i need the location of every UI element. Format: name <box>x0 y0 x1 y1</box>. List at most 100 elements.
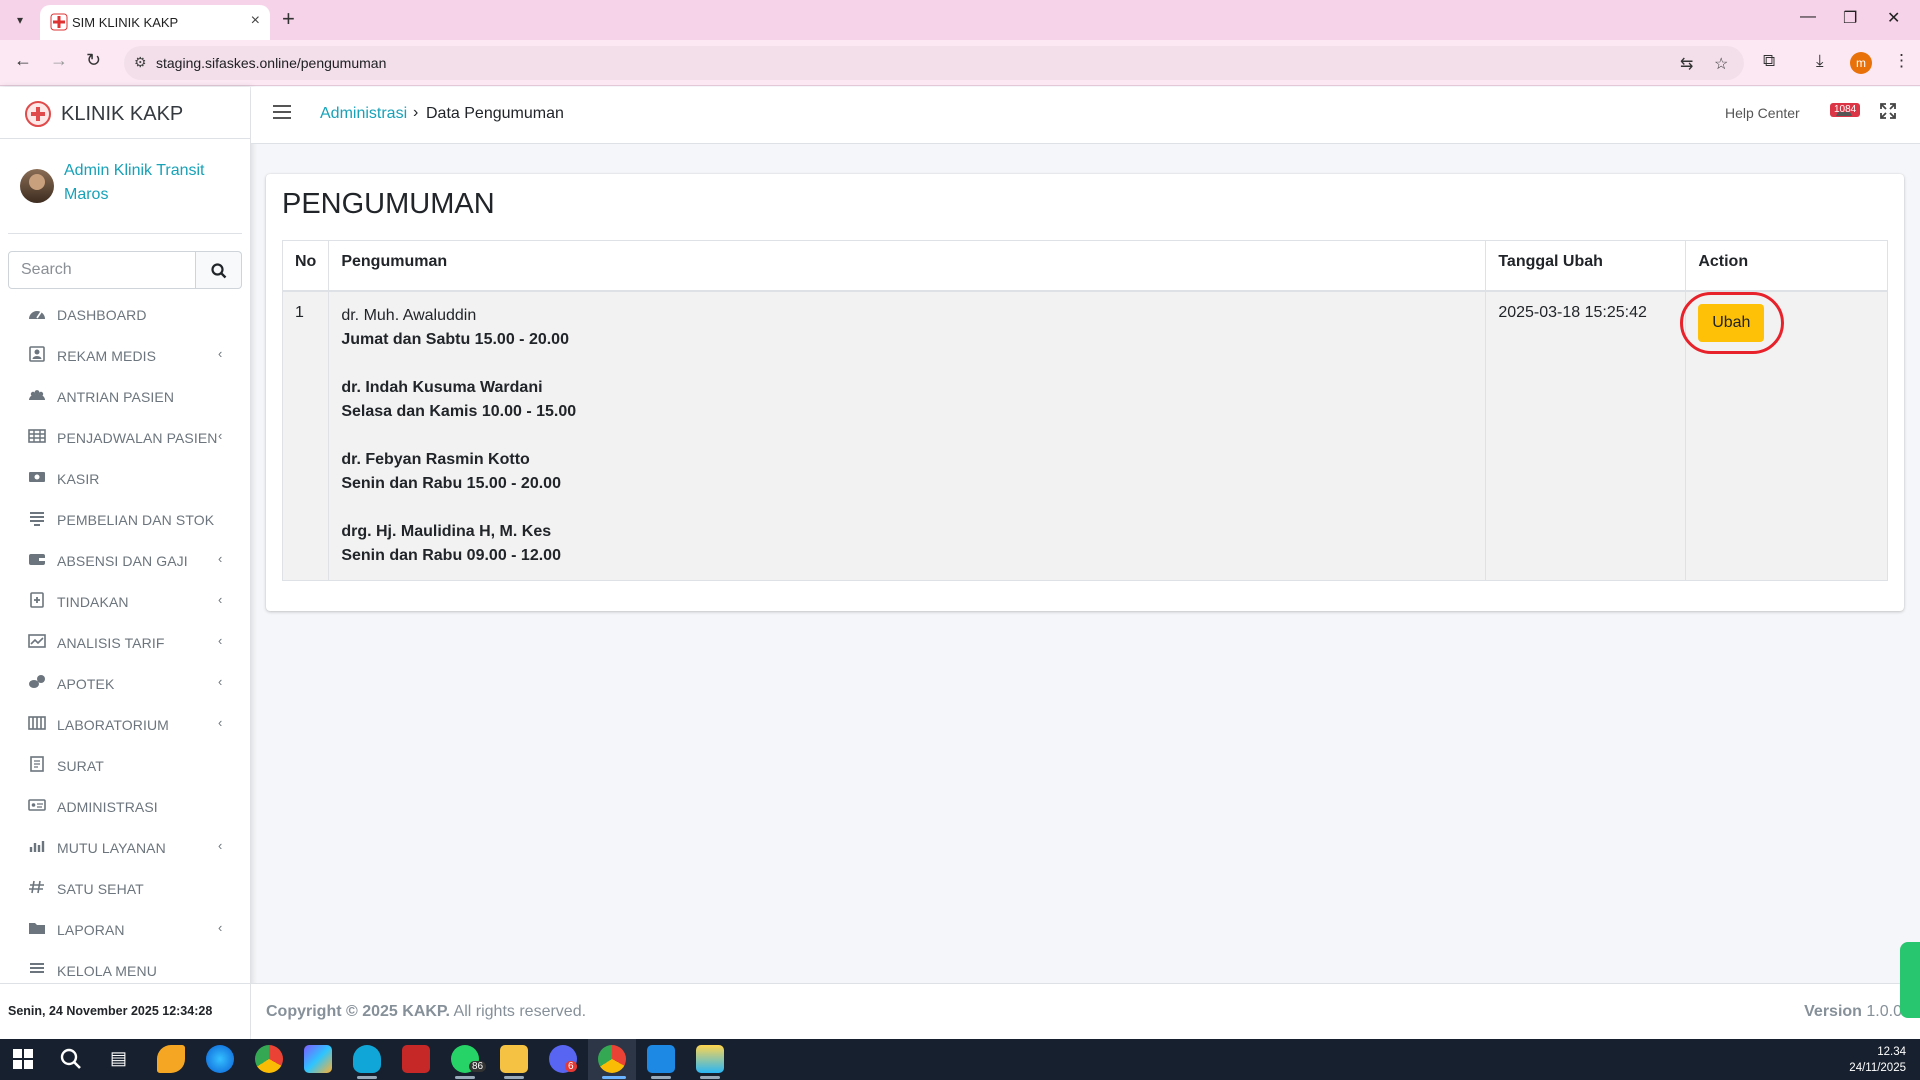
search-input[interactable] <box>8 251 196 289</box>
sidebar: KLINIK KAKP Admin Klinik Transit Maros D… <box>0 87 250 1039</box>
sidebar-item-satu-sehat[interactable]: SATU SEHAT <box>0 867 250 908</box>
sidebar-item-label: ABSENSI DAN GAJI <box>57 553 188 569</box>
announcement-spacer <box>341 424 1473 448</box>
copyright-text: Copyright © 2025 KAKP. All rights reserv… <box>266 1003 586 1021</box>
floating-side-tab[interactable] <box>1900 942 1920 1018</box>
announcement-line: drg. Hj. Maulidina H, M. Kes <box>341 522 552 540</box>
column-header: Action <box>1685 240 1888 292</box>
sidebar-search <box>8 251 242 289</box>
address-bar[interactable]: ⚙ staging.sifaskes.online/pengumuman ⇆ ☆ <box>124 46 1744 80</box>
sidebar-item-label: REKAM MEDIS <box>57 348 157 364</box>
chrome-active-icon[interactable] <box>598 1045 626 1073</box>
announcement-line: Senin dan Rabu 09.00 - 12.00 <box>341 546 561 564</box>
fullscreen-icon[interactable] <box>1880 103 1896 119</box>
sidebar-item-laporan[interactable]: LAPORAN ‹ <box>0 908 250 949</box>
edge-icon[interactable] <box>206 1045 234 1073</box>
announcement-card: PENGUMUMAN No Pengumuman Tanggal Ubah Ac… <box>266 174 1904 611</box>
line-chart-icon <box>28 634 46 648</box>
sidebar-item-label: LAPORAN <box>57 922 125 938</box>
sidebar-item-surat[interactable]: SURAT <box>0 744 250 785</box>
forward-icon[interactable]: → <box>50 50 68 71</box>
announcement-spacer <box>341 352 1473 376</box>
hamburger-menu-icon[interactable] <box>273 105 291 119</box>
brand[interactable]: KLINIK KAKP <box>0 87 250 139</box>
windows-start-icon[interactable] <box>13 1049 33 1069</box>
chevron-left-icon: ‹ <box>218 674 223 689</box>
sidebar-item-laboratorium[interactable]: LABORATORIUM ‹ <box>0 703 250 744</box>
translate-icon[interactable]: ⇆ <box>1680 54 1693 74</box>
klinik-logo-icon <box>25 101 51 127</box>
announcement-line: Senin dan Rabu 15.00 - 20.00 <box>341 474 561 492</box>
table-header-row: No Pengumuman Tanggal Ubah Action <box>281 240 1888 292</box>
sidebar-item-antrian-pasien[interactable]: ANTRIAN PASIEN <box>0 375 250 416</box>
sidebar-item-dashboard[interactable]: DASHBOARD <box>0 293 250 334</box>
task-view-icon[interactable]: ▤ <box>110 1048 127 1069</box>
minimize-icon[interactable]: — <box>1800 8 1816 26</box>
sidebar-item-apotek[interactable]: APOTEK ‹ <box>0 662 250 703</box>
sidebar-item-administrasi[interactable]: ADMINISTRASI <box>0 785 250 826</box>
extensions-icon[interactable]: ⧉ <box>1763 51 1775 71</box>
hash-icon <box>29 880 44 894</box>
running-indicator <box>651 1076 671 1079</box>
edit-button[interactable]: Ubah <box>1698 303 1765 342</box>
copyright-bold: Copyright © 2025 KAKP. <box>266 1003 450 1020</box>
list-icon <box>30 512 44 526</box>
copilot-icon[interactable] <box>304 1045 332 1073</box>
sidebar-item-pembelian-dan-stok[interactable]: PEMBELIAN DAN STOK <box>0 498 250 539</box>
chrome-icon[interactable] <box>255 1045 283 1073</box>
help-center-link[interactable]: Help Center <box>1725 105 1800 121</box>
app-web-icon[interactable] <box>353 1045 381 1073</box>
sidebar-item-tindakan[interactable]: TINDAKAN ‹ <box>0 580 250 621</box>
bar-chart-icon <box>29 841 45 852</box>
notification-bell-icon[interactable] <box>1836 112 1852 118</box>
sidebar-item-absensi-dan-gaji[interactable]: ABSENSI DAN GAJI ‹ <box>0 539 250 580</box>
user-card-icon <box>29 346 45 362</box>
discord-badge: 6 <box>565 1061 577 1072</box>
user-name-link[interactable]: Admin Klinik Transit Maros <box>64 159 239 207</box>
sidebar-item-label: KELOLA MENU <box>57 963 157 979</box>
sidebar-item-kasir[interactable]: KASIR <box>0 457 250 498</box>
breadcrumb-administrasi[interactable]: Administrasi <box>320 105 407 123</box>
chevron-left-icon: ‹ <box>218 920 223 935</box>
sidebar-item-analisis-tarif[interactable]: ANALISIS TARIF ‹ <box>0 621 250 662</box>
tab-close-icon[interactable]: × <box>251 12 260 30</box>
tab-search-button[interactable]: ▾ <box>8 8 32 32</box>
sidebar-item-label: ADMINISTRASI <box>57 799 158 815</box>
search-button[interactable] <box>196 251 242 289</box>
klinik-favicon-icon <box>50 13 68 31</box>
browser-tab[interactable]: SIM KLINIK KAKP × <box>40 5 270 40</box>
browser-menu-icon[interactable]: ⋮ <box>1893 51 1910 71</box>
action-cell: Ubah <box>1685 290 1888 581</box>
restore-icon[interactable]: ❐ <box>1843 8 1857 28</box>
app-files-icon[interactable] <box>157 1045 185 1073</box>
url-text[interactable]: staging.sifaskes.online/pengumuman <box>156 55 386 71</box>
file-explorer-icon[interactable] <box>500 1045 528 1073</box>
back-icon[interactable]: ← <box>14 50 32 71</box>
bookmark-star-icon[interactable]: ☆ <box>1714 54 1728 74</box>
sidebar-item-rekam-medis[interactable]: REKAM MEDIS ‹ <box>0 334 250 375</box>
user-panel: Admin Klinik Transit Maros <box>8 139 242 234</box>
site-info-icon[interactable]: ⚙ <box>134 54 147 71</box>
id-card-icon <box>28 799 46 811</box>
sidebar-item-mutu-layanan[interactable]: MUTU LAYANAN ‹ <box>0 826 250 867</box>
taskbar-clock[interactable]: 12.34 24/11/2025 <box>1849 1044 1906 1076</box>
sidebar-item-label: APOTEK <box>57 676 115 692</box>
taskbar-search-icon[interactable] <box>60 1048 82 1070</box>
photos-icon[interactable] <box>696 1045 724 1073</box>
close-window-icon[interactable]: ✕ <box>1887 8 1900 28</box>
sidebar-item-label: KASIR <box>57 471 100 487</box>
clock-time: 12.34 <box>1877 1046 1906 1058</box>
running-indicator <box>455 1076 475 1079</box>
mendeley-icon[interactable] <box>402 1045 430 1073</box>
reload-icon[interactable]: ↻ <box>86 50 101 71</box>
announcement-text: dr. Muh. Awaluddin Jumat dan Sabtu 15.00 … <box>328 290 1487 581</box>
row-number: 1 <box>281 290 330 581</box>
vscode-icon[interactable] <box>647 1045 675 1073</box>
sidebar-item-label: SATU SEHAT <box>57 881 144 897</box>
profile-avatar[interactable]: m <box>1850 52 1872 74</box>
sidebar-item-penjadwalan-pasien[interactable]: PENJADWALAN PASIEN ‹ <box>0 416 250 457</box>
download-icon[interactable]: ⤓ <box>1816 51 1824 71</box>
tab-title: SIM KLINIK KAKP <box>72 15 179 30</box>
new-tab-button[interactable]: + <box>282 6 295 32</box>
chevron-left-icon: ‹ <box>218 838 223 853</box>
